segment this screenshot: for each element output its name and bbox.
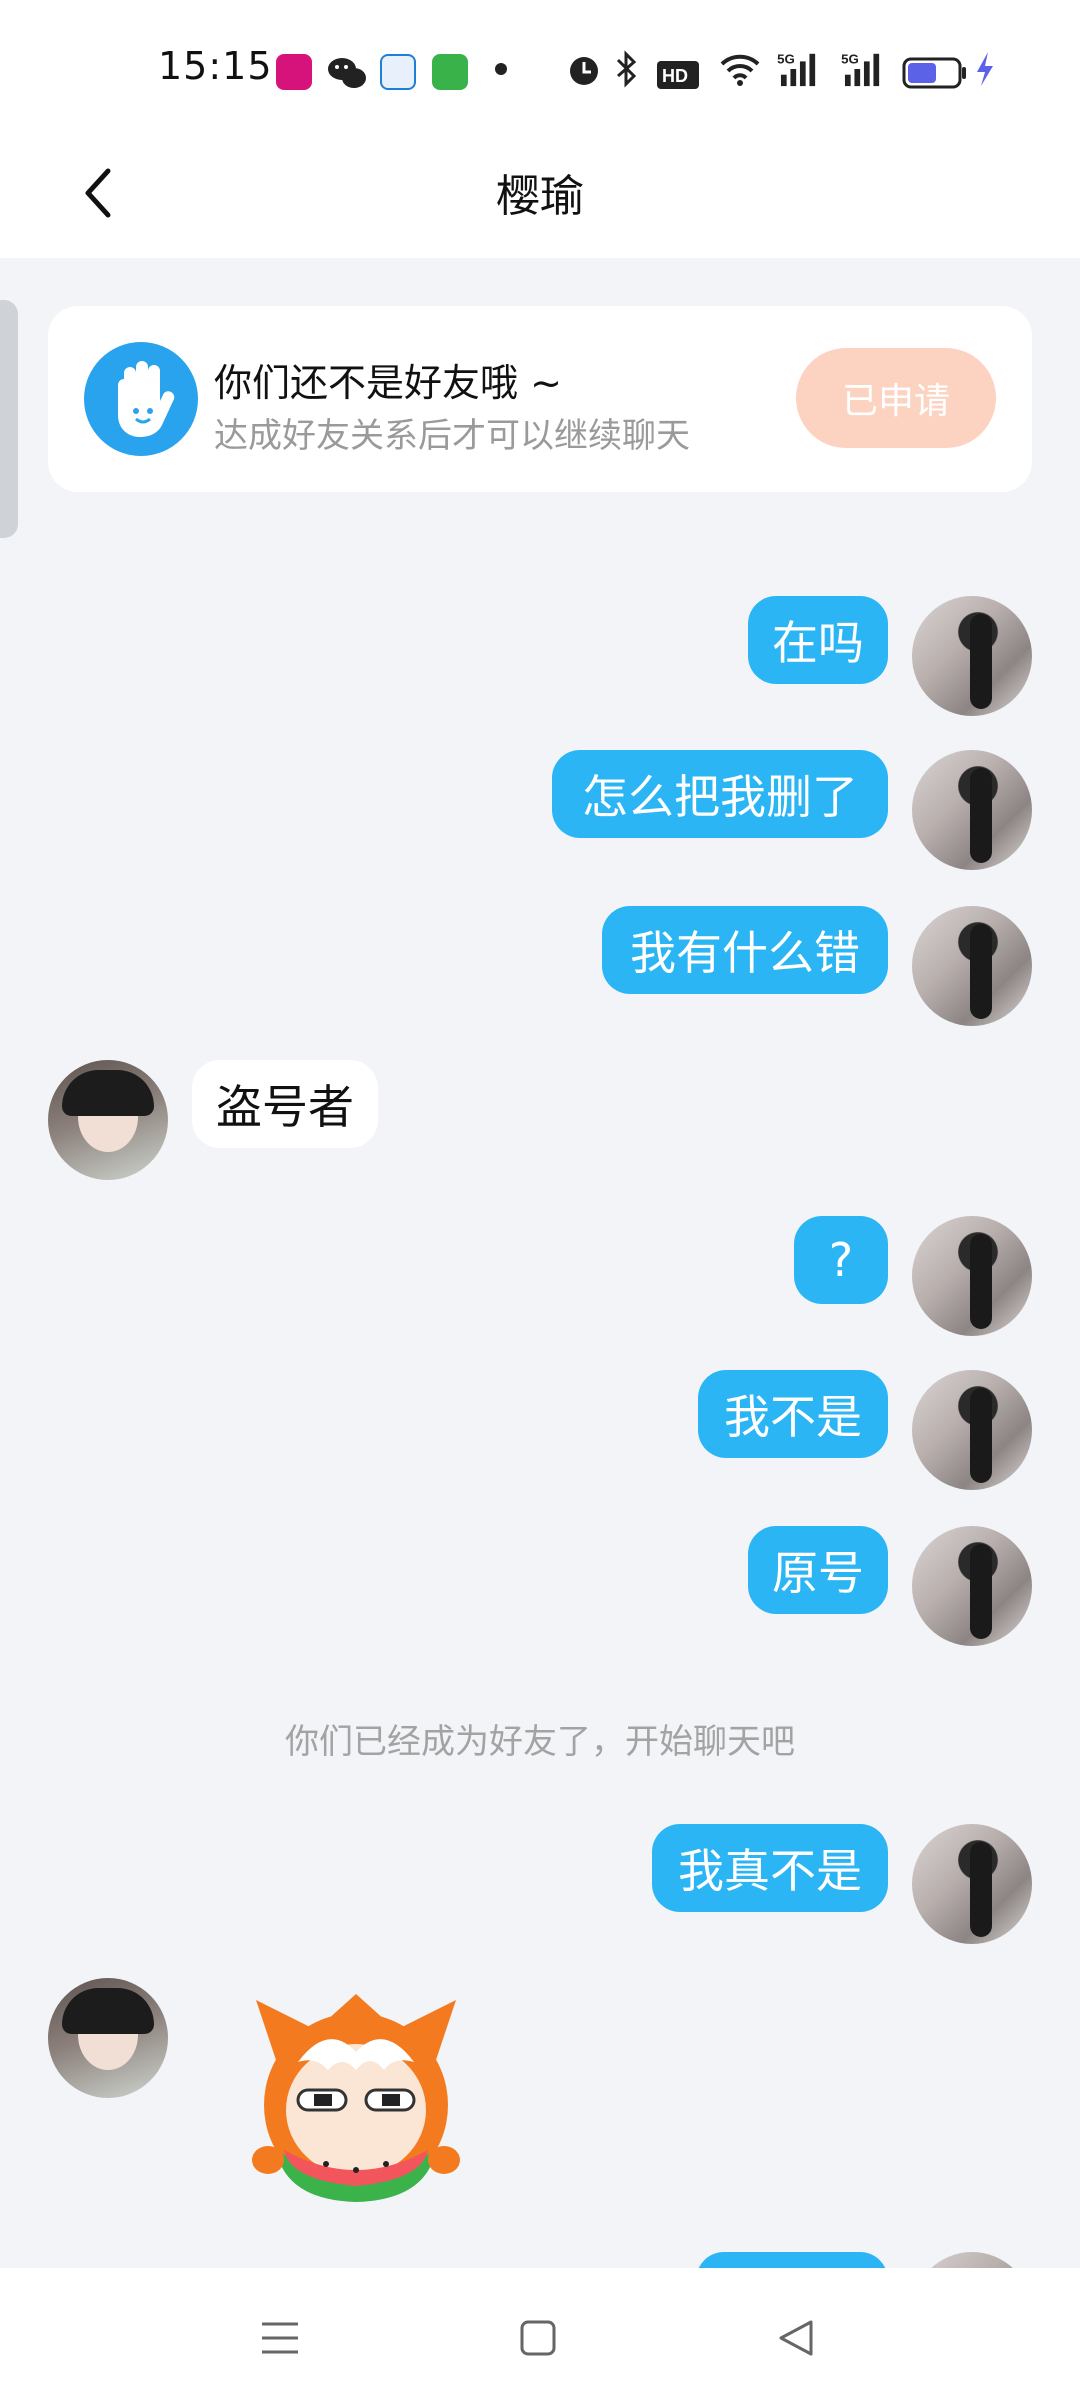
home-square-icon xyxy=(520,2320,556,2356)
back-nav-button[interactable] xyxy=(766,2308,826,2368)
charging-icon xyxy=(977,52,993,86)
message-row-partial xyxy=(0,2252,1080,2268)
message-row: 在吗 xyxy=(0,596,1080,716)
avatar[interactable] xyxy=(48,1060,168,1180)
hd-icon: HD xyxy=(657,61,699,89)
app-icon-pink xyxy=(276,54,312,90)
avatar[interactable] xyxy=(912,596,1032,716)
app-icon-blue xyxy=(380,54,416,90)
message-row: 我真不是 xyxy=(0,1824,1080,1944)
signal-5g-icon: 5G xyxy=(841,51,880,87)
message-bubble[interactable]: 原号 xyxy=(748,1526,888,1614)
signal-5g-icon: 5G xyxy=(777,51,816,87)
status-time: 15:15 xyxy=(158,44,273,88)
battery-icon xyxy=(902,57,966,89)
chat-title: 樱瑜 xyxy=(496,171,584,222)
messages-icon xyxy=(432,54,468,90)
home-button[interactable] xyxy=(508,2308,568,2368)
message-row xyxy=(0,1978,1080,2098)
avatar[interactable] xyxy=(912,1526,1032,1646)
message-bubble[interactable]: 怎么把我删了 xyxy=(552,750,888,838)
back-triangle-icon xyxy=(779,2320,813,2356)
message-bubble[interactable]: 盗号者 xyxy=(192,1060,378,1148)
message-row: 我不是 xyxy=(0,1370,1080,1490)
dot-icon xyxy=(495,63,507,75)
status-bar: 15:15 HD 5G 5G xyxy=(0,0,1080,128)
system-notice: 你们已经成为好友了，开始聊天吧 xyxy=(285,1722,795,1762)
message-row: 怎么把我删了 xyxy=(0,750,1080,870)
avatar[interactable] xyxy=(912,1370,1032,1490)
message-bubble-partial[interactable] xyxy=(696,2252,888,2268)
alarm-icon xyxy=(570,57,598,85)
message-row: 我有什么错 xyxy=(0,906,1080,1026)
avatar[interactable] xyxy=(912,1216,1032,1336)
bluetooth-icon xyxy=(616,50,637,88)
message-bubble[interactable]: ? xyxy=(794,1216,888,1304)
svg-text:HD: HD xyxy=(662,66,688,86)
svg-text:5G: 5G xyxy=(841,51,859,66)
message-bubble[interactable]: 我真不是 xyxy=(652,1824,888,1912)
wifi-icon xyxy=(720,54,760,86)
message-bubble[interactable]: 我不是 xyxy=(698,1370,888,1458)
svg-text:5G: 5G xyxy=(777,51,795,66)
system-navigation-bar xyxy=(0,2268,1080,2400)
side-drawer-handle[interactable] xyxy=(0,300,18,538)
message-row: 原号 xyxy=(0,1526,1080,1646)
message-row: 盗号者 xyxy=(0,1060,1080,1180)
chat-header: 樱瑜 xyxy=(0,128,1080,258)
card-subtitle: 达成好友关系后才可以继续聊天 xyxy=(214,416,690,456)
wechat-icon xyxy=(328,58,366,88)
avatar[interactable] xyxy=(48,1978,168,2098)
wave-hand-icon xyxy=(84,342,198,456)
avatar[interactable] xyxy=(912,2252,1032,2268)
message-bubble[interactable]: 在吗 xyxy=(748,596,888,684)
menu-icon xyxy=(262,2322,298,2354)
message-bubble[interactable]: 我有什么错 xyxy=(602,906,888,994)
friend-request-card: 你们还不是好友哦 ~ 达成好友关系后才可以继续聊天 已申请 xyxy=(48,306,1032,492)
menu-button[interactable] xyxy=(250,2308,310,2368)
avatar[interactable] xyxy=(912,906,1032,1026)
avatar[interactable] xyxy=(912,750,1032,870)
card-title: 你们还不是好友哦 ~ xyxy=(214,361,562,405)
applied-button[interactable]: 已申请 xyxy=(796,348,996,448)
watermelon-sticker[interactable] xyxy=(236,1990,476,2220)
message-row: ? xyxy=(0,1216,1080,1336)
avatar[interactable] xyxy=(912,1824,1032,1944)
